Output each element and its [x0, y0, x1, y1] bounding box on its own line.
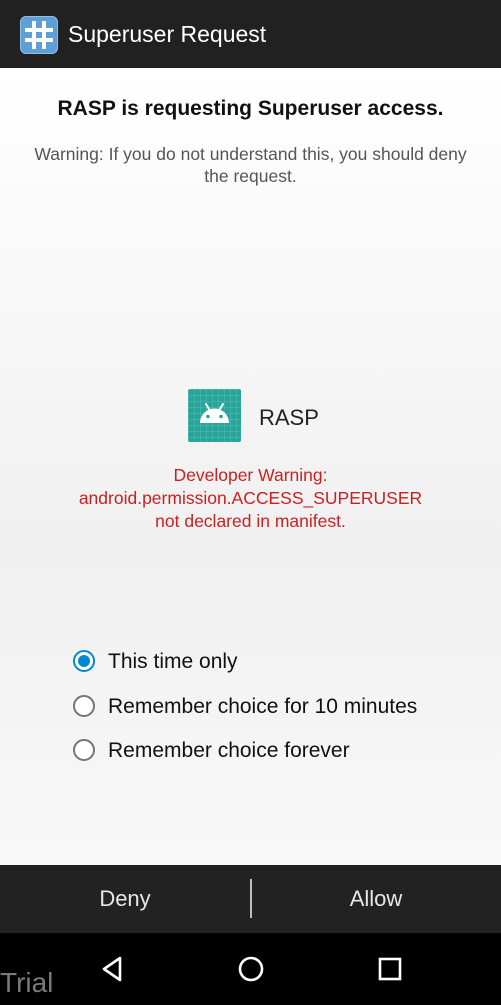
- option-label: This time only: [108, 650, 238, 673]
- radio-button[interactable]: [73, 695, 95, 717]
- option-remember-forever[interactable]: Remember choice forever: [72, 737, 472, 767]
- developer-warning: Developer Warning: android.permission.AC…: [20, 464, 481, 533]
- developer-warning-line: android.permission.ACCESS_SUPERUSER: [78, 488, 423, 508]
- request-heading: RASP is requesting Superuser access.: [57, 97, 444, 120]
- android-app-icon: [188, 389, 241, 442]
- trial-watermark: Trial: [0, 967, 54, 998]
- window-title: Superuser Request: [68, 21, 267, 47]
- developer-warning-line: Developer Warning:: [173, 465, 328, 485]
- option-remember-10-minutes[interactable]: Remember choice for 10 minutes: [72, 693, 472, 723]
- deny-button[interactable]: Deny: [0, 865, 250, 933]
- option-this-time-only[interactable]: This time only: [72, 648, 472, 678]
- allow-button[interactable]: Allow: [251, 865, 501, 933]
- recents-icon[interactable]: [372, 951, 408, 987]
- navigation-bar: Trial: [0, 933, 501, 1005]
- action-bar: Deny Allow: [0, 865, 501, 933]
- back-icon[interactable]: [94, 951, 130, 987]
- option-label: Remember choice forever: [108, 739, 350, 762]
- radio-button-checked[interactable]: [73, 650, 95, 672]
- radio-button[interactable]: [73, 739, 95, 761]
- warning-text: Warning: If you do not understand this, …: [34, 144, 467, 186]
- option-label: Remember choice for 10 minutes: [108, 695, 418, 718]
- developer-warning-line: not declared in manifest.: [155, 511, 346, 531]
- app-name: RASP: [259, 405, 319, 430]
- superuser-hash-icon: [20, 16, 58, 54]
- title-bar: Superuser Request: [0, 0, 501, 68]
- home-icon[interactable]: [233, 951, 269, 987]
